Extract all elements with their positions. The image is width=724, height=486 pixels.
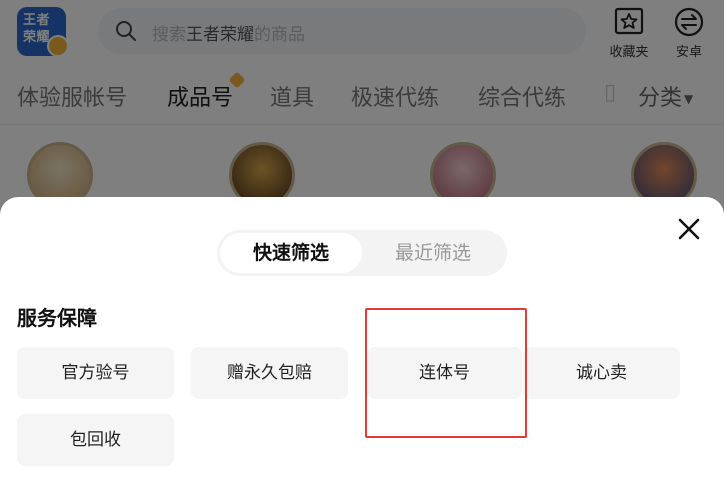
close-icon[interactable] bbox=[675, 215, 703, 243]
option-permanent-compensation[interactable]: 赠永久包赔 bbox=[191, 347, 348, 399]
tab-recent-filter[interactable]: 最近筛选 bbox=[362, 233, 504, 273]
tab-quick-filter[interactable]: 快速筛选 bbox=[220, 233, 362, 273]
option-linked-account[interactable]: 连体号 bbox=[367, 347, 522, 399]
option-sincere-sale[interactable]: 诚心卖 bbox=[523, 347, 680, 399]
option-buyback[interactable]: 包回收 bbox=[17, 414, 174, 466]
filter-mode-switch: 快速筛选 最近筛选 bbox=[217, 230, 507, 276]
service-section-title: 服务保障 bbox=[17, 306, 97, 330]
option-official-verify[interactable]: 官方验号 bbox=[17, 347, 174, 399]
